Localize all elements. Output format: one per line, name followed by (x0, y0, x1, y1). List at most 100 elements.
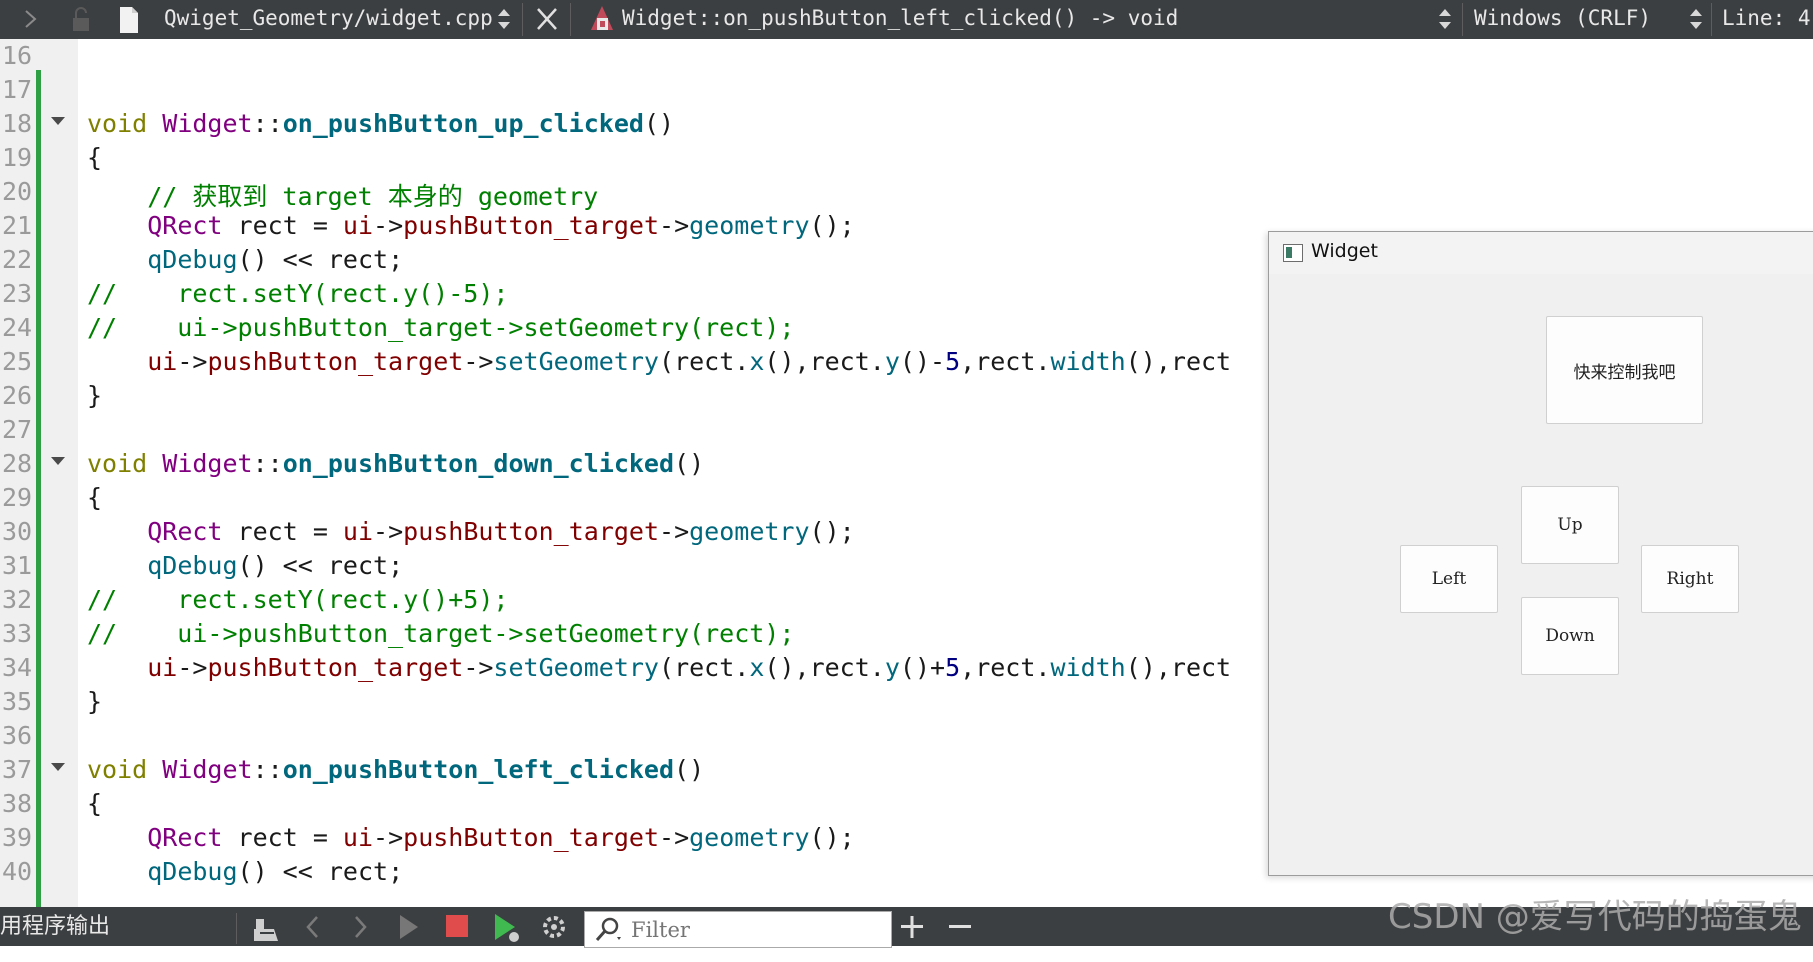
code-token: = (297, 517, 343, 546)
line-number: 16 (2, 41, 33, 70)
clear-output-icon[interactable] (236, 909, 240, 948)
right-button[interactable]: Right (1641, 545, 1739, 613)
lock-icon[interactable] (70, 0, 92, 39)
code-token: Widget (162, 755, 253, 784)
code-token: ( (659, 653, 675, 682)
rerun-icon[interactable] (396, 907, 422, 946)
code-token: -> (659, 823, 690, 852)
code-token: ()- (899, 347, 946, 376)
line-number: 40 (2, 857, 33, 886)
code-token: pushButton_target (207, 347, 464, 376)
code-token: rect (327, 245, 389, 274)
code-editor[interactable]: void Widget::on_pushButton_up_clicked() … (87, 39, 1267, 907)
code-line: { (87, 143, 103, 172)
code-token: -> (373, 211, 404, 240)
line-number: 17 (2, 75, 33, 104)
code-token: ui (342, 823, 374, 852)
remove-icon[interactable] (946, 907, 974, 946)
close-file-icon[interactable] (534, 0, 560, 39)
line-position-indicator[interactable]: Line: 4 (1722, 0, 1811, 39)
code-token: (), (1125, 653, 1171, 682)
gear-icon[interactable] (540, 907, 568, 946)
change-indicator-bar (36, 70, 41, 907)
code-token: -> (463, 653, 494, 682)
code-token: pushButton_target (403, 517, 660, 546)
fold-arrow-icon[interactable] (51, 763, 65, 771)
code-token: (); (809, 823, 855, 852)
line-number: 21 (2, 211, 33, 240)
code-token: () << (237, 245, 328, 274)
left-button[interactable]: Left (1400, 545, 1498, 613)
window-title-bar[interactable]: Widget (1269, 232, 1813, 274)
symbol-selector-updown-icon[interactable] (1438, 7, 1452, 31)
code-token: rect (674, 653, 735, 682)
code-token: () (674, 449, 705, 478)
code-token: :: (252, 449, 283, 478)
file-name-selector[interactable]: Qwiget_Geometry/widget.cpp (164, 0, 493, 39)
code-token: void (87, 109, 148, 138)
target-button[interactable]: 快来控制我吧 (1546, 316, 1703, 424)
up-button[interactable]: Up (1521, 486, 1619, 564)
code-token: () << (237, 857, 328, 886)
code-token: qDebug (147, 551, 238, 580)
file-icon (118, 0, 140, 39)
code-token: rect (237, 211, 298, 240)
search-icon (593, 915, 623, 947)
code-line: // ui->pushButton_target->setGeometry(re… (87, 619, 795, 648)
code-token: ; (388, 245, 404, 274)
code-token: ui (342, 517, 374, 546)
code-line: ui->pushButton_target->setGeometry(rect.… (87, 653, 1231, 682)
filter-field[interactable] (584, 911, 892, 948)
code-token: on_pushButton_down_clicked (282, 449, 675, 478)
code-token: , (960, 653, 976, 682)
code-token: pushButton_target (207, 653, 464, 682)
code-token: rect (809, 653, 870, 682)
line-number: 35 (2, 687, 33, 716)
fold-arrow-icon[interactable] (51, 117, 65, 125)
run-debug-icon[interactable] (492, 907, 522, 946)
line-number: 38 (2, 789, 33, 818)
forward-arrow-icon[interactable] (22, 0, 40, 39)
filter-input[interactable] (629, 915, 883, 945)
code-token: qDebug (147, 857, 238, 886)
code-token: ; (388, 857, 404, 886)
add-icon[interactable] (898, 907, 926, 946)
broom-icon[interactable] (250, 907, 282, 946)
line-number: 33 (2, 619, 33, 648)
line-number: 26 (2, 381, 33, 410)
current-symbol-selector[interactable]: Widget::on_pushButton_left_clicked() -> … (622, 0, 1178, 39)
line-number: 24 (2, 313, 33, 342)
down-button[interactable]: Down (1521, 597, 1619, 675)
line-number: 30 (2, 517, 33, 546)
stop-icon[interactable] (444, 907, 470, 946)
code-token: rect (1170, 347, 1232, 376)
code-token: :: (252, 109, 283, 138)
code-token: width (1050, 347, 1126, 376)
code-token: ui (147, 653, 178, 682)
code-token: ()+ (899, 653, 946, 682)
line-ending-updown-icon[interactable] (1689, 7, 1703, 31)
code-token: QRect (147, 517, 223, 546)
line-number: 18 (2, 109, 33, 138)
fold-arrow-icon[interactable] (51, 457, 65, 465)
code-token: -> (659, 211, 690, 240)
line-ending-selector[interactable]: Windows (CRLF) (1474, 0, 1651, 39)
file-selector-updown-icon[interactable] (497, 7, 511, 31)
code-token: -> (373, 823, 404, 852)
code-token: void (87, 449, 148, 478)
code-token: ui (342, 211, 374, 240)
code-token: void (87, 755, 148, 784)
code-token: = (297, 823, 343, 852)
window-app-icon (1283, 244, 1303, 262)
widget-window: Widget 快来控制我吧 Up Left Right Down (1268, 231, 1813, 876)
next-arrow-icon[interactable] (350, 907, 372, 946)
code-token: (), (764, 347, 810, 376)
code-token: rect (975, 653, 1036, 682)
code-token: QRect (147, 211, 223, 240)
code-token: rect (674, 347, 735, 376)
previous-arrow-icon[interactable] (302, 907, 324, 946)
line-number: 23 (2, 279, 33, 308)
